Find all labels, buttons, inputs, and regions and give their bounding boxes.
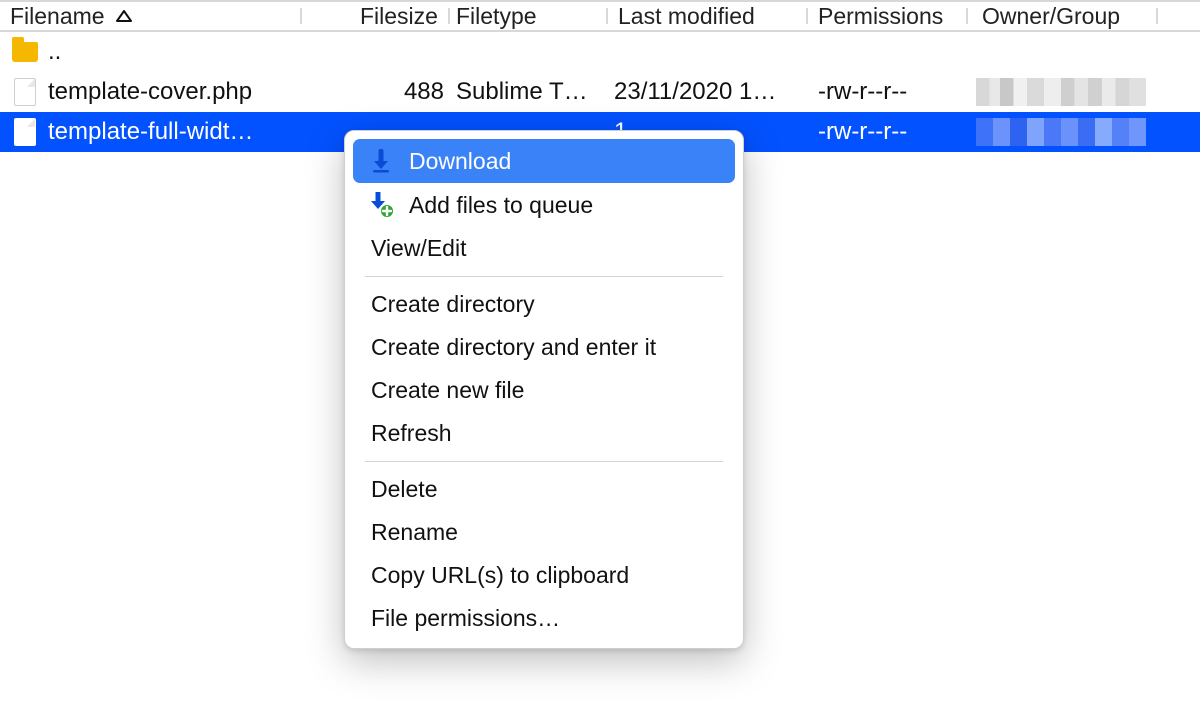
menu-label: Download: [409, 148, 511, 175]
menu-label: Create directory: [371, 291, 535, 318]
menu-item-download[interactable]: Download: [353, 139, 735, 183]
download-queue-icon: [367, 191, 395, 219]
menu-item-create-directory[interactable]: Create directory: [353, 283, 735, 326]
menu-label: File permissions…: [371, 605, 560, 632]
menu-label: Create directory and enter it: [371, 334, 656, 361]
file-type: Sublime T…: [456, 72, 606, 112]
menu-item-rename[interactable]: Rename: [353, 511, 735, 554]
column-separator[interactable]: [606, 8, 608, 24]
menu-label: Rename: [371, 519, 458, 546]
file-icon: [10, 117, 40, 147]
column-header-filesize[interactable]: Filesize: [360, 2, 448, 30]
menu-item-copy-urls[interactable]: Copy URL(s) to clipboard: [353, 554, 735, 597]
menu-label: View/Edit: [371, 235, 466, 262]
column-label: Filename: [10, 3, 105, 30]
column-separator[interactable]: [1156, 8, 1158, 24]
menu-label: Copy URL(s) to clipboard: [371, 562, 629, 589]
column-separator[interactable]: [806, 8, 808, 24]
column-header-row: Filename Filesize Filetype Last modified…: [0, 0, 1200, 32]
column-header-last-modified[interactable]: Last modified: [618, 2, 804, 30]
table-row-file[interactable]: template-cover.php 488 Sublime T… 23/11/…: [0, 72, 1200, 112]
menu-separator: [365, 461, 723, 462]
table-row-parent-dir[interactable]: ..: [0, 32, 1200, 72]
file-permissions: -rw-r--r--: [818, 72, 958, 112]
file-modified: 23/11/2020 1…: [614, 72, 804, 112]
file-owner-group: [976, 72, 1146, 112]
menu-separator: [365, 276, 723, 277]
context-menu: Download Add files to queue View/Edit Cr…: [344, 130, 744, 649]
column-label: Permissions: [818, 3, 943, 30]
file-name: template-full-widt…: [48, 118, 253, 146]
column-label: Owner/Group: [982, 3, 1120, 30]
column-label: Last modified: [618, 3, 755, 30]
menu-item-create-new-file[interactable]: Create new file: [353, 369, 735, 412]
file-owner-group: [976, 112, 1146, 152]
menu-label: Refresh: [371, 420, 452, 447]
column-separator[interactable]: [966, 8, 968, 24]
menu-label: Add files to queue: [409, 192, 593, 219]
file-name: template-cover.php: [48, 78, 252, 106]
menu-item-add-to-queue[interactable]: Add files to queue: [353, 183, 735, 227]
column-label: Filetype: [456, 3, 537, 30]
column-header-permissions[interactable]: Permissions: [818, 2, 962, 30]
menu-item-create-directory-enter[interactable]: Create directory and enter it: [353, 326, 735, 369]
menu-item-delete[interactable]: Delete: [353, 468, 735, 511]
column-header-filetype[interactable]: Filetype: [456, 2, 606, 30]
download-icon: [367, 147, 395, 175]
folder-icon: [10, 37, 40, 67]
file-permissions: -rw-r--r--: [818, 112, 958, 152]
menu-item-file-permissions[interactable]: File permissions…: [353, 597, 735, 640]
file-icon: [10, 77, 40, 107]
column-header-filename[interactable]: Filename: [10, 2, 298, 30]
column-label: Filesize: [360, 3, 438, 30]
menu-item-view-edit[interactable]: View/Edit: [353, 227, 735, 270]
sort-ascending-icon: [115, 9, 133, 23]
menu-label: Delete: [371, 476, 437, 503]
menu-item-refresh[interactable]: Refresh: [353, 412, 735, 455]
menu-label: Create new file: [371, 377, 524, 404]
file-size: 488: [360, 72, 444, 112]
column-separator[interactable]: [300, 8, 302, 24]
file-name: ..: [48, 38, 61, 66]
column-separator[interactable]: [448, 8, 450, 24]
column-header-owner-group[interactable]: Owner/Group: [982, 2, 1152, 30]
